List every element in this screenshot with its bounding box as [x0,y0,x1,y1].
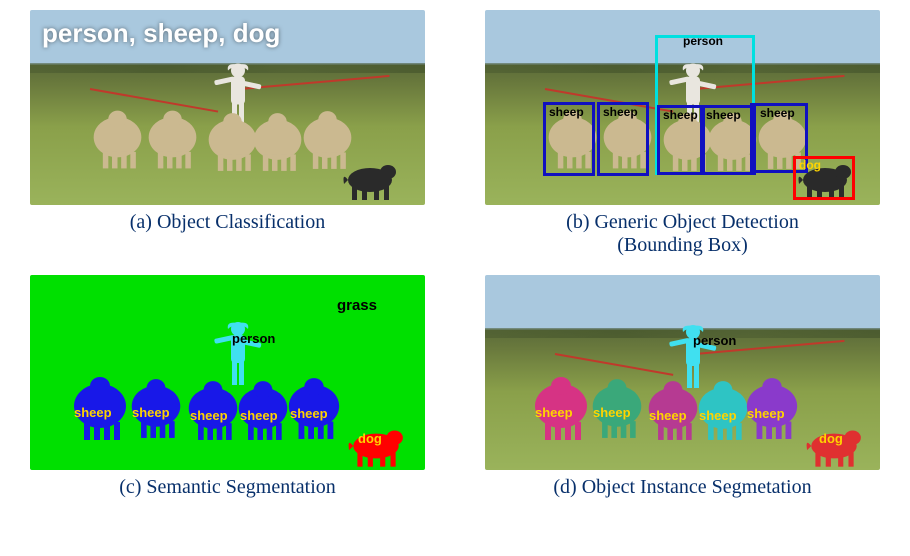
seg-label-person: person [232,331,275,346]
figure-grid: person, sheep, dog (a) Object Classifica… [20,10,890,499]
seg-label: sheep [240,408,278,423]
inst-label: sheep [747,406,785,421]
dog-figure [340,160,400,200]
seg-label: sheep [132,405,170,420]
panel-a: person, sheep, dog (a) Object Classifica… [20,10,435,257]
classification-overlay-text: person, sheep, dog [42,18,280,49]
panel-d: person sheep sheep sheep sheep sheep dog… [475,275,890,499]
seg-label: sheep [190,408,228,423]
panel-d-caption: (d) Object Instance Segmetation [553,476,811,499]
seg-label: sheep [290,406,328,421]
seg-label-grass: grass [337,297,377,314]
panel-c-image: grass person sheep sheep sheep sheep she… [30,275,425,470]
sheep-figure [250,110,305,175]
panel-a-image: person, sheep, dog [30,10,425,205]
panel-c-caption: (c) Semantic Segmentation [119,476,336,499]
inst-label: sheep [699,408,737,423]
panel-b: person sheep sheep sheep sheep sheep dog… [475,10,890,257]
bbox-label-dog: dog [798,158,822,172]
panel-b-image: person sheep sheep sheep sheep sheep dog [485,10,880,205]
seg-label: sheep [74,405,112,420]
sheep-figure [90,105,145,175]
panel-c: grass person sheep sheep sheep sheep she… [20,275,435,499]
panel-b-caption: (b) Generic Object Detection (Bounding B… [566,211,799,257]
panel-d-image: person sheep sheep sheep sheep sheep dog [485,275,880,470]
bbox-dog: dog [793,156,855,200]
bbox-label: sheep [759,106,796,120]
bbox-label: sheep [705,108,742,122]
sheep-figure [145,105,200,175]
inst-label: sheep [535,405,573,420]
inst-label: sheep [649,408,687,423]
bbox-label: sheep [548,105,585,119]
bbox-sheep3: sheep [657,105,705,175]
seg-label-dog: dog [358,431,382,446]
panel-b-caption-line2: (Bounding Box) [617,234,748,256]
inst-label-person: person [693,333,736,348]
bbox-label: sheep [662,108,699,122]
inst-label-dog: dog [819,431,843,446]
bbox-sheep1: sheep [543,102,595,176]
bbox-label: sheep [602,105,639,119]
bbox-sheep4: sheep [700,105,756,175]
bbox-sheep2: sheep [597,102,649,176]
inst-label: sheep [593,405,631,420]
bbox-label-person: person [682,34,724,48]
panel-a-caption: (a) Object Classification [130,211,326,234]
panel-b-caption-line1: (b) Generic Object Detection [566,211,799,233]
